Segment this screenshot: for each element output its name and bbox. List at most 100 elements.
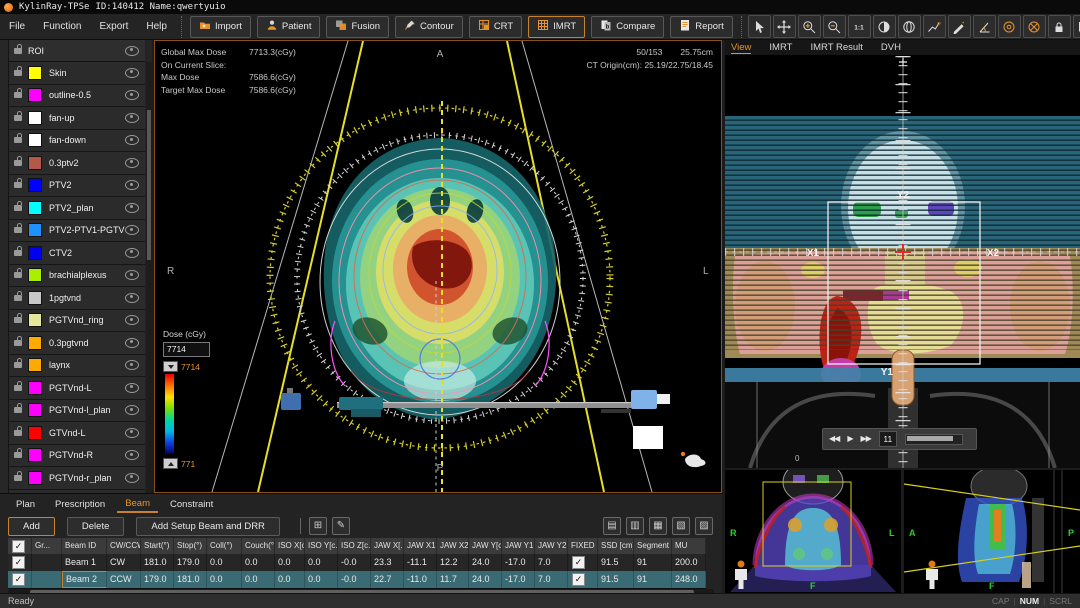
- column-header-Stop(°)[interactable]: Stop(°): [174, 538, 207, 554]
- eye-icon[interactable]: [125, 450, 139, 460]
- row-checkbox-cell[interactable]: ✓: [8, 571, 32, 588]
- cell-CW/CCW[interactable]: CCW: [107, 571, 141, 588]
- column-header-Gr...[interactable]: Gr...: [32, 538, 62, 554]
- roi-list-item[interactable]: CTV2: [9, 242, 145, 265]
- column-header-CW/CCW[interactable]: CW/CCW: [107, 538, 141, 554]
- tab-plan[interactable]: Plan: [8, 497, 43, 512]
- isocenter-button[interactable]: [998, 15, 1021, 38]
- select-all-checkbox[interactable]: ✓: [12, 540, 25, 553]
- eye-icon[interactable]: [125, 68, 139, 78]
- roi-list-item[interactable]: fan-up: [9, 107, 145, 130]
- roi-list-item[interactable]: PTV2: [9, 175, 145, 198]
- column-header-Start(°)[interactable]: Start(°): [141, 538, 174, 554]
- lock-icon[interactable]: [14, 272, 22, 278]
- cell-JAW Y[c...[interactable]: 24.0: [469, 554, 502, 571]
- rewind-button[interactable]: ◀◀: [829, 428, 839, 450]
- cell-Beam ID[interactable]: Beam 2: [62, 571, 107, 588]
- cell-MU[interactable]: 200.0: [672, 554, 706, 571]
- column-header-Couch(°)[interactable]: Couch(°): [242, 538, 275, 554]
- patient-button[interactable]: Patient: [257, 16, 321, 38]
- segment-number-field[interactable]: 11: [879, 431, 897, 447]
- column-header-SSD [cm][interactable]: SSD [cm]: [598, 538, 634, 554]
- eye-icon[interactable]: [125, 293, 139, 303]
- eye-icon[interactable]: [125, 383, 139, 393]
- axial-dose-view[interactable]: A R L P Global Max Dose7713.3(cGy) On Cu…: [154, 40, 722, 493]
- eye-icon[interactable]: [125, 46, 139, 56]
- eye-icon[interactable]: [125, 203, 139, 213]
- cell-JAW X1...[interactable]: -11.0: [404, 571, 437, 588]
- lock-icon[interactable]: [14, 227, 22, 233]
- roi-list-item[interactable]: PGTVnd-l_plan: [9, 400, 145, 423]
- eye-icon[interactable]: [125, 113, 139, 123]
- fast-forward-button[interactable]: ▶▶: [860, 428, 870, 450]
- settings-table-button[interactable]: ▨: [695, 517, 713, 535]
- lock-icon[interactable]: [14, 160, 22, 166]
- roi-list-item[interactable]: PTV2-PTV1-PGTVnd-PGTVn:: [9, 220, 145, 243]
- tab-beam[interactable]: Beam: [117, 496, 158, 513]
- beam-table-row[interactable]: ✓Beam 1CW181.0179.00.00.00.00.0-0.023.3-…: [8, 554, 706, 572]
- beam-eye-view[interactable]: X1 X2 Y2 Y1 ◀◀ ▶ ▶▶ 11 0: [725, 56, 1080, 468]
- imrt-button[interactable]: IMRT: [528, 16, 585, 38]
- row-checkbox-cell[interactable]: ✓: [8, 554, 32, 571]
- cell-ISO Y[c...[interactable]: 0.0: [305, 571, 338, 588]
- cell-JAW X[...[interactable]: 23.3: [371, 554, 404, 571]
- column-header-ISO X[c...[interactable]: ISO X[c...: [275, 538, 305, 554]
- cell-Coll(°)[interactable]: 0.0: [207, 571, 242, 588]
- lock-icon[interactable]: [14, 475, 22, 481]
- import-button[interactable]: Import: [190, 16, 251, 38]
- column-header-FIXED[interactable]: FIXED: [568, 538, 598, 554]
- dose-max-input[interactable]: 7714: [163, 342, 210, 357]
- window-level-button[interactable]: [873, 15, 896, 38]
- fixed-checkbox-cell[interactable]: ✓: [568, 571, 598, 588]
- import-table-button[interactable]: ▥: [626, 517, 644, 535]
- tab-constraint[interactable]: Constraint: [162, 497, 221, 512]
- measure-button[interactable]: [948, 15, 971, 38]
- eye-icon[interactable]: [125, 180, 139, 190]
- roi-panel-gutter[interactable]: [0, 40, 9, 493]
- roi-list-item[interactable]: PGTVnd_ring: [9, 310, 145, 333]
- cell-ISO X[c...[interactable]: 0.0: [275, 571, 305, 588]
- pan-button[interactable]: [773, 15, 796, 38]
- export-table-button[interactable]: ▤: [603, 517, 621, 535]
- eye-icon[interactable]: [125, 90, 139, 100]
- eye-icon[interactable]: [125, 225, 139, 235]
- cell-JAW Y2...[interactable]: 7.0: [535, 554, 568, 571]
- lock-icon[interactable]: [14, 205, 22, 211]
- eye-icon[interactable]: [125, 428, 139, 438]
- fusion-button[interactable]: Fusion: [326, 16, 389, 38]
- roi-list-item[interactable]: PTV2_plan: [9, 197, 145, 220]
- cell-JAW Y1...[interactable]: -17.0: [502, 554, 535, 571]
- column-header-ISO Y[c...[interactable]: ISO Y[c...: [305, 538, 338, 554]
- column-header-JAW Y[c...[interactable]: JAW Y[c...: [469, 538, 502, 554]
- dose-max-handle[interactable]: [163, 361, 178, 372]
- roi-scrollbar[interactable]: [146, 62, 152, 493]
- fixed-checkbox[interactable]: ✓: [572, 556, 585, 569]
- sagittal-view[interactable]: A P F: [904, 470, 1080, 593]
- tab-prescription[interactable]: Prescription: [47, 497, 113, 512]
- tab-imrt[interactable]: IMRT: [769, 42, 792, 53]
- cell-Couch(°)[interactable]: 0.0: [242, 571, 275, 588]
- column-header-JAW Y2...[interactable]: JAW Y2...: [535, 538, 568, 554]
- menu-help[interactable]: Help: [137, 14, 176, 40]
- column-header-Coll(°)[interactable]: Coll(°): [207, 538, 242, 554]
- cell-Start(°)[interactable]: 181.0: [141, 554, 174, 571]
- tab-view[interactable]: View: [731, 42, 751, 54]
- roi-scrollbar-thumb[interactable]: [147, 110, 151, 260]
- column-header-Beam ID[interactable]: Beam ID: [62, 538, 107, 554]
- probe-button[interactable]: P: [923, 15, 946, 38]
- lock-icon[interactable]: [14, 250, 22, 256]
- cell-CW/CCW[interactable]: CW: [107, 554, 141, 571]
- lock-icon[interactable]: [14, 295, 22, 301]
- cell-ISO X[c...[interactable]: 0.0: [275, 554, 305, 571]
- fixed-checkbox[interactable]: ✓: [572, 573, 585, 586]
- lock-icon[interactable]: [14, 182, 22, 188]
- eye-icon[interactable]: [125, 473, 139, 483]
- cell-SSD [cm][interactable]: 91.5: [598, 571, 634, 588]
- cell-MU[interactable]: 248.0: [672, 571, 706, 588]
- roi-list-item[interactable]: 0.3ptv2: [9, 152, 145, 175]
- eye-icon[interactable]: [125, 135, 139, 145]
- roi-list-item[interactable]: PGTVnd-r_plan: [9, 467, 145, 490]
- eye-icon[interactable]: [125, 405, 139, 415]
- cell-Start(°)[interactable]: 179.0: [141, 571, 174, 588]
- lock-icon[interactable]: [14, 48, 22, 54]
